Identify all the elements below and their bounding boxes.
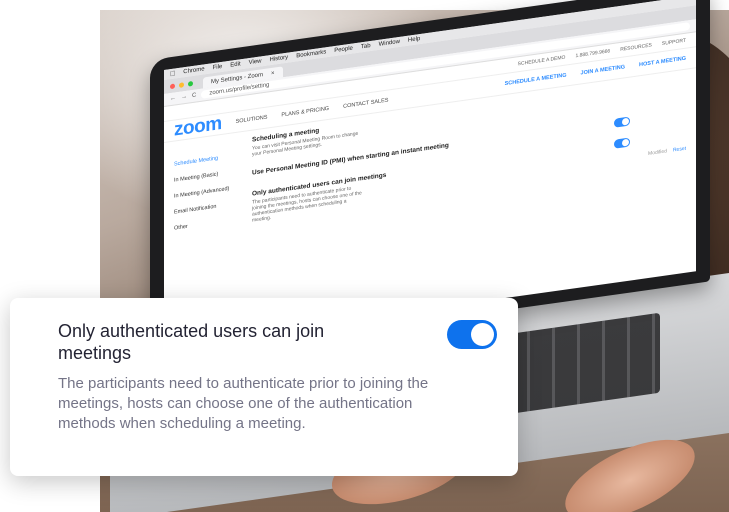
reload-icon[interactable]: C xyxy=(192,92,196,99)
menu-item[interactable]: Edit xyxy=(230,61,240,68)
top-link[interactable]: RESOURCES xyxy=(620,42,652,52)
modify-links: Modified Reset xyxy=(648,76,686,180)
top-link[interactable]: SCHEDULE A DEMO xyxy=(518,55,566,68)
auth-users-toggle[interactable] xyxy=(614,137,631,149)
side-nav-item[interactable]: Other xyxy=(174,217,234,232)
modified-label: Modified xyxy=(648,148,667,158)
join-meeting-link[interactable]: JOIN A MEETING xyxy=(581,64,626,76)
maximize-window-icon[interactable] xyxy=(188,80,193,87)
menu-item[interactable]: File xyxy=(213,64,223,71)
laptop-screen:  Chrome File Edit View History Bookmark… xyxy=(164,0,696,347)
pmi-toggle[interactable] xyxy=(614,116,631,128)
nav-link[interactable]: PLANS & PRICING xyxy=(281,106,329,119)
side-nav-item[interactable]: Email Notification xyxy=(174,201,234,216)
auth-users-toggle-switch[interactable] xyxy=(447,320,497,349)
close-tab-icon[interactable]: × xyxy=(271,70,275,76)
apple-icon:  xyxy=(170,70,175,78)
marketing-image:  Chrome File Edit View History Bookmark… xyxy=(0,0,729,512)
nav-link[interactable]: SOLUTIONS xyxy=(236,114,268,124)
minimize-window-icon[interactable] xyxy=(179,81,184,88)
setting-callout-card: Only authenticated users can join meetin… xyxy=(10,298,518,476)
toggle-knob xyxy=(471,323,494,346)
forward-icon[interactable]: → xyxy=(181,94,187,101)
callout-title: Only authenticated users can join meetin… xyxy=(58,321,325,363)
host-meeting-link[interactable]: HOST A MEETING xyxy=(639,56,686,69)
schedule-meeting-link[interactable]: SCHEDULE A MEETING xyxy=(505,72,567,87)
side-nav-item[interactable]: In Meeting (Basic) xyxy=(174,169,234,183)
menu-item[interactable]: Tab xyxy=(361,43,371,50)
callout-description: The participants need to authenticate pr… xyxy=(58,375,429,432)
reset-link[interactable]: Reset xyxy=(673,146,686,177)
menu-item[interactable]: Help xyxy=(408,36,420,44)
top-link[interactable]: 1.888.799.9666 xyxy=(575,48,610,59)
back-icon[interactable]: ← xyxy=(170,95,176,102)
settings-side-nav: Schedule Meeting In Meeting (Basic) In M… xyxy=(174,139,234,246)
nav-link[interactable]: CONTACT SALES xyxy=(343,97,388,109)
side-nav-item[interactable]: In Meeting (Advanced) xyxy=(174,185,234,200)
side-nav-item[interactable]: Schedule Meeting xyxy=(174,153,234,167)
menu-item[interactable]: View xyxy=(249,58,262,66)
close-window-icon[interactable] xyxy=(170,82,175,89)
top-link[interactable]: SUPPORT xyxy=(662,38,686,47)
